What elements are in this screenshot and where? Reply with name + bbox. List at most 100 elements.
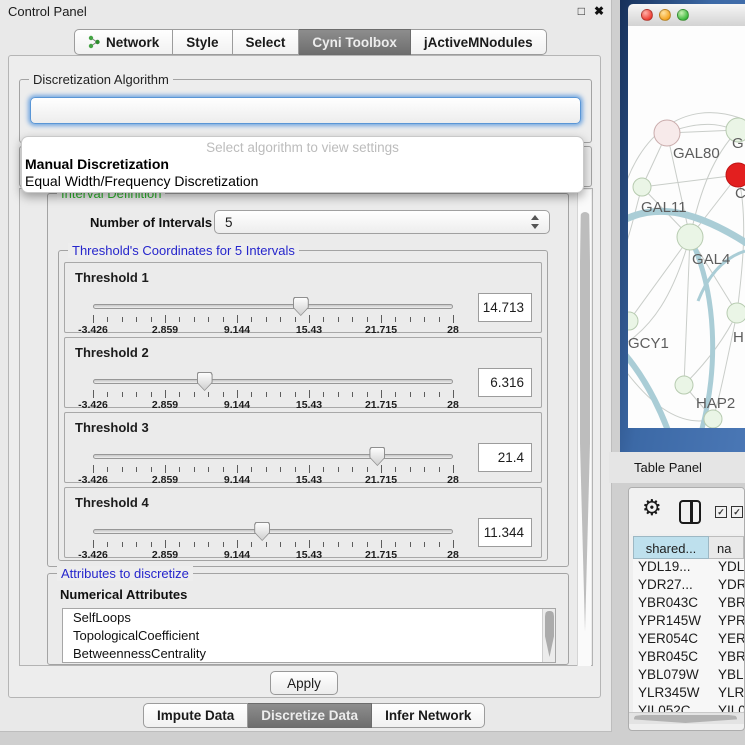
group-title: Threshold's Coordinates for 5 Intervals: [68, 243, 299, 258]
close-traffic-light-icon[interactable]: [641, 9, 653, 21]
tab-style[interactable]: Style: [173, 29, 232, 55]
slider-thumb[interactable]: [369, 447, 385, 466]
control-panel-titlebar: Control Panel □ ✖: [0, 0, 611, 24]
dropdown-option-manual[interactable]: Manual Discretization: [25, 156, 169, 172]
tab-jactivemnodules[interactable]: jActiveMNodules: [411, 29, 547, 55]
table-row[interactable]: YBR043CYBR0: [633, 595, 744, 613]
node-label: C: [735, 185, 745, 202]
algorithm-dropdown-popup: Select algorithm to view settings Manual…: [21, 136, 584, 193]
attribute-item[interactable]: TopologicalCoefficient: [63, 627, 555, 645]
network-view-window: GAL80 G C GAL11 GAL4 GCY1 H HAP2: [620, 0, 745, 452]
slider-thumb[interactable]: [197, 372, 213, 391]
horizontal-scrollbar[interactable]: [629, 712, 744, 724]
threshold-slider[interactable]: -3.4262.8599.14415.4321.71528: [93, 300, 453, 330]
threshold-block: Threshold 1 -3.4262.8599.14415.4321.7152…: [64, 262, 542, 333]
node-partial-right[interactable]: [727, 303, 745, 323]
table-row[interactable]: YDL19...YDL1: [633, 559, 744, 577]
minimize-traffic-light-icon[interactable]: [659, 9, 671, 21]
node-table-body[interactable]: YDL19...YDL1YDR27...YDR2YBR043CYBR0YPR14…: [633, 559, 744, 712]
tab-label: Network: [106, 35, 159, 50]
table-row[interactable]: YER054CYER0: [633, 631, 744, 649]
apply-button[interactable]: Apply: [270, 671, 338, 695]
slider-track[interactable]: [93, 379, 453, 384]
tab-discretize-data[interactable]: Discretize Data: [248, 703, 372, 728]
threshold-value-field[interactable]: 6.316: [478, 368, 532, 397]
bottom-tab-bar: Impute Data Discretize Data Infer Networ…: [143, 703, 485, 728]
dropdown-option-equal-width[interactable]: Equal Width/Frequency Discretization: [25, 173, 258, 189]
network-window-titlebar: [628, 4, 745, 26]
attributes-group: Attributes to discretize Numerical Attri…: [47, 573, 569, 665]
node-gcy1[interactable]: [628, 312, 638, 330]
float-window-icon[interactable]: □: [578, 4, 585, 18]
table-row[interactable]: YIL052CYIL0: [633, 703, 744, 712]
gear-icon[interactable]: ⚙: [642, 495, 662, 521]
numerical-attributes-label: Numerical Attributes: [60, 587, 187, 602]
node-label: GCY1: [628, 335, 669, 352]
slider-thumb[interactable]: [254, 522, 270, 541]
node-gal4[interactable]: [677, 224, 703, 250]
node-label: H: [733, 329, 744, 346]
node-gal11[interactable]: [633, 178, 651, 196]
node-hap2[interactable]: [675, 376, 693, 394]
dropdown-hint: Select algorithm to view settings: [22, 140, 583, 155]
tab-network[interactable]: Network: [74, 29, 173, 55]
node-selected-red[interactable]: [726, 163, 745, 187]
threshold-list: Threshold 1 -3.4262.8599.14415.4321.7152…: [64, 262, 542, 562]
scrollbar-thumb[interactable]: [634, 715, 737, 723]
node-partial-bottom[interactable]: [704, 410, 722, 428]
tab-infer-network[interactable]: Infer Network: [372, 703, 485, 728]
table-panel-titlebar: Table Panel: [609, 452, 745, 483]
threshold-value-field[interactable]: 14.713: [478, 293, 532, 322]
attribute-item[interactable]: SelfLoops: [63, 609, 555, 627]
threshold-block: Threshold 3 -3.4262.8599.14415.4321.7152…: [64, 412, 542, 483]
node-label: G: [732, 135, 744, 152]
column-layout-icon[interactable]: [679, 500, 701, 524]
numerical-attributes-list[interactable]: SelfLoopsTopologicalCoefficientBetweenne…: [62, 608, 556, 663]
tab-impute-data[interactable]: Impute Data: [143, 703, 248, 728]
network-canvas[interactable]: GAL80 G C GAL11 GAL4 GCY1 H HAP2: [628, 26, 745, 428]
slider-track[interactable]: [93, 529, 453, 534]
threshold-slider[interactable]: -3.4262.8599.14415.4321.71528: [93, 525, 453, 555]
cyni-toolbox-panel: Discretization Algorithm Table Data galF…: [8, 55, 601, 698]
tab-cyni-toolbox[interactable]: Cyni Toolbox: [299, 29, 411, 55]
threshold-slider[interactable]: -3.4262.8599.14415.4321.71528: [93, 450, 453, 480]
table-row[interactable]: YDR27...YDR2: [633, 577, 744, 595]
num-intervals-label: Number of Intervals: [90, 215, 212, 230]
algorithm-combo[interactable]: [30, 97, 581, 124]
column-header-name[interactable]: na: [709, 536, 744, 559]
threshold-value-field[interactable]: 21.4: [478, 443, 532, 472]
discretization-algorithm-group: Discretization Algorithm: [19, 79, 592, 143]
tab-label: Impute Data: [157, 708, 234, 723]
node-gal80[interactable]: [654, 120, 680, 146]
scrollbar-thumb[interactable]: [545, 611, 554, 657]
num-intervals-combo[interactable]: 5: [214, 210, 550, 234]
checkbox-icon[interactable]: ✓: [715, 506, 727, 518]
threshold-slider[interactable]: -3.4262.8599.14415.4321.71528: [93, 375, 453, 405]
attributes-scrollbar[interactable]: [542, 609, 555, 662]
tab-label: Style: [186, 35, 218, 50]
group-title: Attributes to discretize: [57, 566, 193, 581]
threshold-block: Threshold 4 -3.4262.8599.14415.4321.7152…: [64, 487, 542, 558]
table-row[interactable]: YBL079WYBL0: [633, 667, 744, 685]
attribute-item[interactable]: BetweennessCentrality: [63, 645, 555, 663]
slider-thumb[interactable]: [293, 297, 309, 316]
tab-select[interactable]: Select: [233, 29, 300, 55]
slider-track[interactable]: [93, 304, 453, 309]
node-label: GAL80: [673, 145, 720, 162]
close-window-icon[interactable]: ✖: [594, 4, 604, 18]
slider-track[interactable]: [93, 454, 453, 459]
tab-label: jActiveMNodules: [424, 35, 533, 50]
threshold-value-field[interactable]: 11.344: [478, 518, 532, 547]
table-row[interactable]: YPR145WYPR1: [633, 613, 744, 631]
checkbox-icon[interactable]: ✓: [731, 506, 743, 518]
table-panel-title: Table Panel: [634, 460, 702, 475]
scrollbar-thumb[interactable]: [580, 212, 590, 632]
slider-ticks: [93, 540, 453, 549]
slider-ticks: [93, 390, 453, 399]
vertical-scrollbar[interactable]: [577, 190, 591, 666]
zoom-traffic-light-icon[interactable]: [677, 9, 689, 21]
table-row[interactable]: YLR345WYLR3: [633, 685, 744, 703]
threshold-label: Threshold 1: [75, 270, 149, 285]
column-header-shared-name[interactable]: shared...: [633, 536, 709, 559]
table-row[interactable]: YBR045CYBR0: [633, 649, 744, 667]
